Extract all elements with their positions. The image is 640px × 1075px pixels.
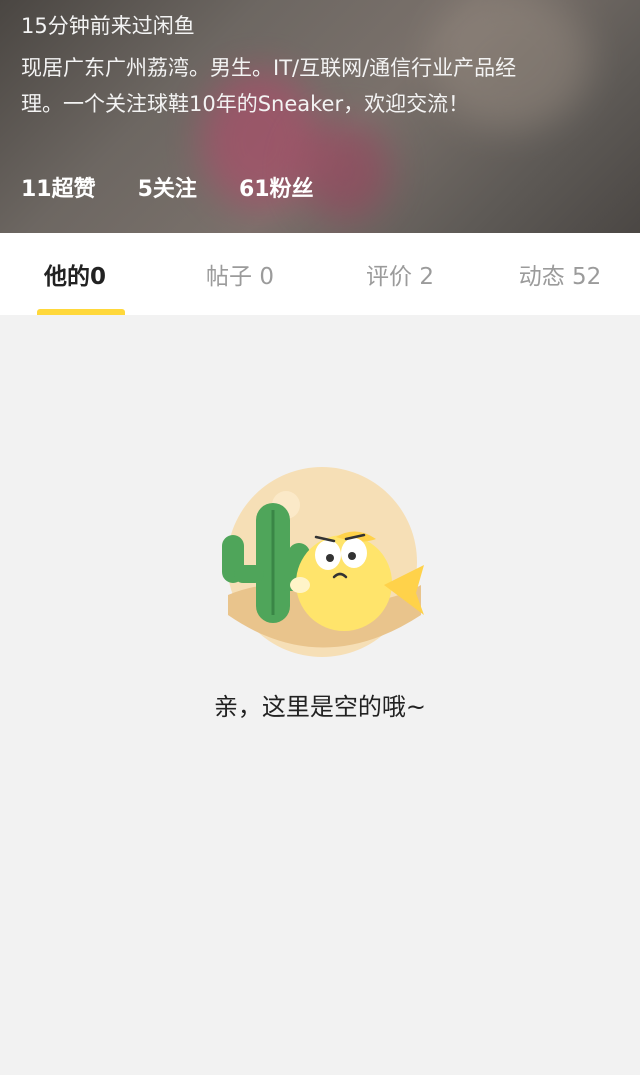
background-blur-shape — [300, 120, 390, 220]
bio-line: 现居广东广州荔湾。男生。IT/互联网/通信行业产品经 — [21, 56, 517, 80]
tab-label: 他的0 — [44, 264, 107, 290]
following-stat[interactable]: 5关注 — [138, 171, 197, 203]
likes-stat[interactable]: 11超赞 — [21, 171, 96, 203]
tab-label: 动态 52 — [518, 264, 602, 290]
last-seen-text: 15分钟前来过闲鱼 — [21, 14, 195, 38]
profile-stats: 11超赞 5关注 61粉丝 — [21, 171, 314, 203]
profile-header: 15分钟前来过闲鱼 现居广东广州荔湾。男生。IT/互联网/通信行业产品经 理。一… — [0, 0, 640, 233]
empty-illustration — [222, 467, 424, 657]
tab-his-items[interactable]: 他的0 — [0, 233, 160, 315]
tab-posts[interactable]: 帖子 0 — [160, 233, 320, 315]
followers-stat[interactable]: 61粉丝 — [239, 171, 314, 203]
profile-tabs: 他的0 帖子 0 评价 2 动态 52 — [0, 233, 640, 315]
tab-label: 评价 2 — [366, 264, 434, 290]
bio-text: 现居广东广州荔湾。男生。IT/互联网/通信行业产品经 理。一个关注球鞋10年的S… — [21, 50, 616, 122]
tab-activity[interactable]: 动态 52 — [480, 233, 640, 315]
tab-label: 帖子 0 — [206, 264, 274, 290]
empty-message: 亲，这里是空的哦~ — [213, 693, 427, 721]
tab-reviews[interactable]: 评价 2 — [320, 233, 480, 315]
bio-line: 理。一个关注球鞋10年的Sneaker，欢迎交流！ — [21, 92, 470, 116]
empty-state: 亲，这里是空的哦~ — [0, 315, 640, 1075]
